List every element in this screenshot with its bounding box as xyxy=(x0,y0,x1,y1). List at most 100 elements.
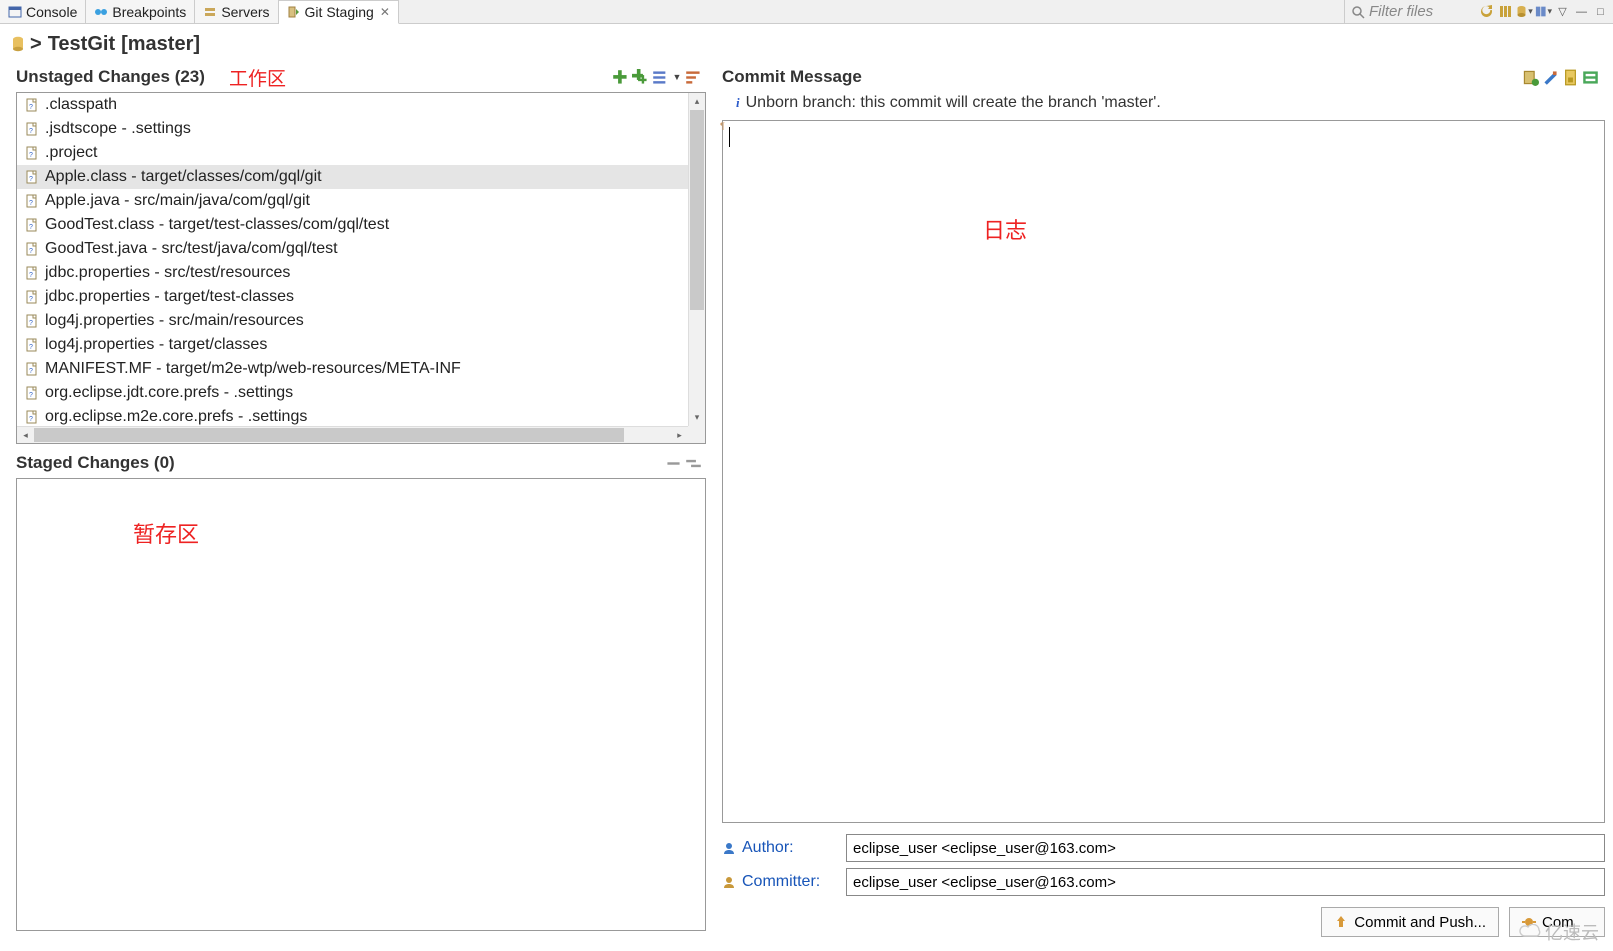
annotation-workspace: 工作区 xyxy=(229,64,286,91)
remove-all-icon[interactable] xyxy=(685,455,702,472)
repo-name: TestGit xyxy=(48,33,115,56)
scroll-right-icon[interactable]: ▸ xyxy=(671,427,688,443)
presentation-icon[interactable] xyxy=(652,69,669,86)
view-tab-bar: Console Breakpoints Servers Git Staging … xyxy=(0,0,1613,24)
close-icon[interactable]: ✕ xyxy=(380,5,390,19)
list-item[interactable]: ? .jsdtscope - .settings xyxy=(17,117,705,141)
file-icon: ? xyxy=(25,338,39,352)
sort-icon[interactable] xyxy=(685,69,702,86)
list-item[interactable]: ? org.eclipse.jdt.core.prefs - .settings xyxy=(17,381,705,405)
list-item[interactable]: ?GoodTest.class - target/test-classes/co… xyxy=(17,213,705,237)
file-label: org.eclipse.jdt.core.prefs - .settings xyxy=(45,384,293,402)
repo-dropdown-icon[interactable] xyxy=(1516,3,1533,20)
commit-buttons: Commit and Push... Com xyxy=(722,899,1605,937)
commit-message-input[interactable]: ¶ 日志 xyxy=(722,120,1605,823)
file-label: .jsdtscope - .settings xyxy=(45,120,191,138)
amend-icon[interactable] xyxy=(1522,69,1539,86)
tab-git-staging[interactable]: Git Staging ✕ xyxy=(279,0,399,24)
list-item[interactable]: ?jdbc.properties - target/test-classes xyxy=(17,285,705,309)
file-label: Apple.class - target/classes/com/gql/git xyxy=(45,168,322,186)
commit-info: i Unborn branch: this commit will create… xyxy=(722,90,1605,116)
list-item[interactable]: ?.project xyxy=(17,141,705,165)
presentation-dropdown-icon[interactable]: ▼ xyxy=(672,69,682,86)
svg-text:?: ? xyxy=(29,104,33,111)
commit-info-text: Unborn branch: this commit will create t… xyxy=(746,94,1161,112)
svg-text:?: ? xyxy=(29,176,33,183)
scroll-left-icon[interactable]: ◂ xyxy=(17,427,34,443)
add-all-icon[interactable] xyxy=(632,69,649,86)
repo-branch: [master] xyxy=(121,33,200,56)
committer-row: Committer: xyxy=(722,865,1605,899)
git-staging-icon xyxy=(287,5,301,19)
list-item[interactable]: ?Apple.java - src/main/java/com/gql/git xyxy=(17,189,705,213)
staged-list[interactable]: 暂存区 xyxy=(16,478,706,931)
list-item[interactable]: ? MANIFEST.MF - target/m2e-wtp/web-resour… xyxy=(17,357,705,381)
unstaged-header: Unstaged Changes (23) 工作区 ▼ xyxy=(2,64,708,90)
view-menu-icon[interactable]: ▽ xyxy=(1554,3,1571,20)
author-label: Author: xyxy=(742,839,840,857)
list-item[interactable]: ?.classpath xyxy=(17,93,705,117)
file-label: MANIFEST.MF - target/m2e-wtp/web-resourc… xyxy=(45,360,461,378)
svg-text:?: ? xyxy=(29,320,33,327)
refresh-icon[interactable] xyxy=(1478,3,1495,20)
ruler-mark-icon: ¶ xyxy=(720,121,725,131)
tab-label: Console xyxy=(26,4,77,20)
list-item[interactable]: ? jdbc.properties - src/test/resources xyxy=(17,261,705,285)
file-icon: ? xyxy=(25,362,39,376)
file-label: org.eclipse.m2e.core.prefs - .settings xyxy=(45,408,307,426)
tab-console[interactable]: Console xyxy=(0,0,86,23)
svg-text:?: ? xyxy=(29,128,33,135)
tab-breakpoints[interactable]: Breakpoints xyxy=(86,0,195,23)
unstaged-list[interactable]: ?.classpath? .jsdtscope - .settings ?.proj… xyxy=(16,92,706,444)
committer-label: Committer: xyxy=(742,873,840,891)
list-item[interactable]: ?log4j.properties - src/main/resources xyxy=(17,309,705,333)
maximize-icon[interactable]: □ xyxy=(1592,3,1609,20)
tab-label: Breakpoints xyxy=(112,4,186,20)
svg-text:?: ? xyxy=(29,272,33,279)
servers-icon xyxy=(203,5,217,19)
commit-title: Commit Message xyxy=(722,67,862,87)
file-icon: ? xyxy=(25,98,39,112)
changeid-icon[interactable] xyxy=(1562,69,1579,86)
commit-header: Commit Message xyxy=(722,64,1605,90)
file-label: GoodTest.java - src/test/java/com/gql/te… xyxy=(45,240,338,258)
scroll-down-icon[interactable]: ▾ xyxy=(689,409,705,426)
commit-and-push-button[interactable]: Commit and Push... xyxy=(1321,907,1499,937)
scrollbar-vertical[interactable]: ▴ ▾ xyxy=(688,93,705,426)
file-icon: ? xyxy=(25,242,39,256)
author-icon xyxy=(722,841,736,855)
minimize-icon[interactable]: — xyxy=(1573,3,1590,20)
file-label: jdbc.properties - src/test/resources xyxy=(45,264,290,282)
svg-text:?: ? xyxy=(29,392,33,399)
file-icon: ? xyxy=(25,122,39,136)
scroll-up-icon[interactable]: ▴ xyxy=(689,93,705,110)
breakpoints-icon xyxy=(94,5,108,19)
tab-label: Servers xyxy=(221,4,269,20)
svg-text:?: ? xyxy=(29,296,33,303)
file-icon: ? xyxy=(25,170,39,184)
svg-text:?: ? xyxy=(29,344,33,351)
preview-icon[interactable] xyxy=(1582,69,1599,86)
file-label: GoodTest.class - target/test-classes/com… xyxy=(45,216,389,234)
svg-text:?: ? xyxy=(29,416,33,423)
list-item[interactable]: ? GoodTest.java - src/test/java/com/gql/t… xyxy=(17,237,705,261)
tab-servers[interactable]: Servers xyxy=(195,0,278,23)
list-item[interactable]: ?log4j.properties - target/classes xyxy=(17,333,705,357)
staged-title: Staged Changes (0) xyxy=(2,453,175,473)
scrollbar-horizontal[interactable]: ◂ ▸ xyxy=(17,426,688,443)
file-icon: ? xyxy=(25,410,39,424)
staged-header: Staged Changes (0) xyxy=(2,450,708,476)
svg-text:?: ? xyxy=(29,248,33,255)
filter-files[interactable]: Filter files xyxy=(1344,0,1474,23)
list-item[interactable]: ? Apple.class - target/classes/com/gql/gi… xyxy=(17,165,705,189)
committer-input[interactable] xyxy=(846,868,1605,896)
signoff-icon[interactable] xyxy=(1542,69,1559,86)
remove-icon[interactable] xyxy=(665,455,682,472)
svg-text:?: ? xyxy=(29,368,33,375)
annotation-log: 日志 xyxy=(983,213,1027,245)
add-icon[interactable] xyxy=(612,69,629,86)
layout-dropdown-icon[interactable] xyxy=(1535,3,1552,20)
file-icon: ? xyxy=(25,290,39,304)
columns-icon[interactable] xyxy=(1497,3,1514,20)
author-input[interactable] xyxy=(846,834,1605,862)
